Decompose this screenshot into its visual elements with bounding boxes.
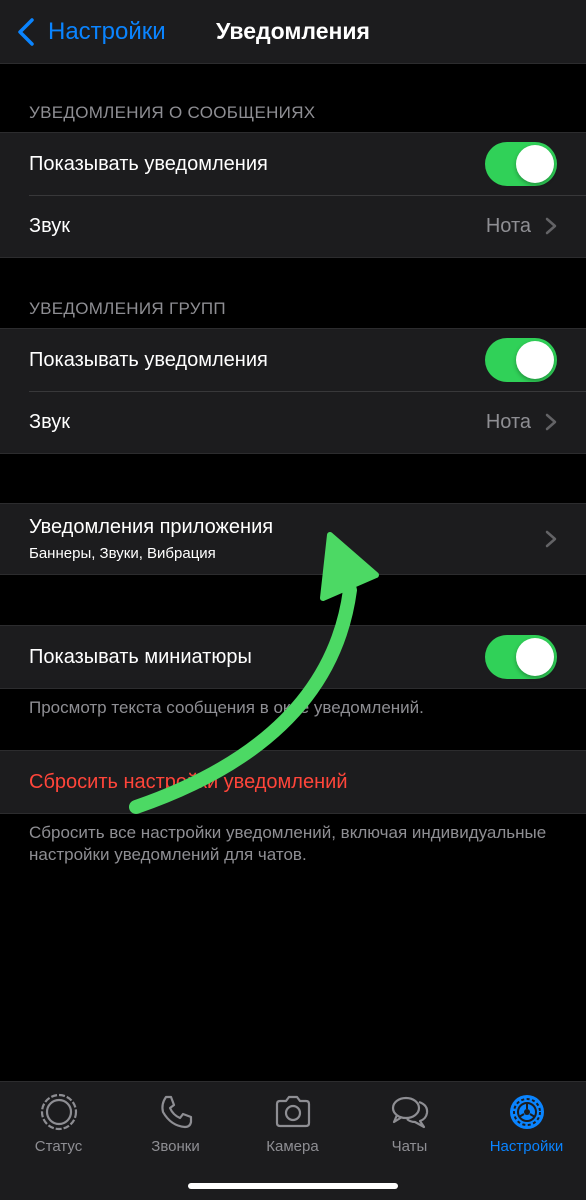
camera-icon: [275, 1095, 310, 1128]
group-show-notifications-toggle[interactable]: [485, 338, 557, 382]
app-notifications-subtitle: Баннеры, Звуки, Вибрация: [29, 545, 216, 562]
reset-notifications-row[interactable]: Сбросить настройки уведомлений: [0, 751, 586, 813]
tab-camera[interactable]: Камера: [234, 1092, 351, 1155]
app-notifications-label: Уведомления приложения: [29, 516, 274, 538]
navigation-bar: Настройки Уведомления: [0, 0, 586, 64]
reset-footer: Сбросить все настройки уведомлений, вклю…: [29, 823, 547, 864]
status-icon: [40, 1093, 77, 1131]
group-notifications-group: Показывать уведомления Звук Нота: [0, 328, 586, 454]
tab-label: Статус: [34, 1138, 83, 1155]
settings-gear-icon: [509, 1095, 544, 1129]
reset-notifications-button[interactable]: Сбросить настройки уведомлений: [29, 771, 348, 794]
previews-group: Показывать миниатюры: [0, 625, 586, 689]
tab-label: Звонки: [151, 1138, 200, 1155]
chevron-right-icon: [545, 217, 557, 235]
toggle-knob: [516, 638, 554, 676]
message-sound-row[interactable]: Звук Нота: [0, 195, 586, 257]
toggle-knob: [516, 341, 554, 379]
section-header-groups: УВЕДОМЛЕНИЯ ГРУПП: [29, 299, 226, 318]
toggle-knob: [516, 145, 554, 183]
row-label: Показывать уведомления: [29, 152, 268, 175]
chevron-right-icon: [545, 530, 557, 548]
show-previews-toggle[interactable]: [485, 635, 557, 679]
tab-chats[interactable]: Чаты: [351, 1092, 468, 1155]
row-label: Показывать миниатюры: [29, 645, 252, 668]
message-show-notifications-toggle[interactable]: [485, 142, 557, 186]
sound-value: Нота: [485, 410, 531, 433]
reset-group: Сбросить настройки уведомлений: [0, 750, 586, 814]
app-notifications-group: Уведомления приложения Баннеры, Звуки, В…: [0, 503, 586, 575]
tab-label: Камера: [266, 1138, 319, 1155]
tab-label: Чаты: [391, 1138, 428, 1155]
page-title: Уведомления: [216, 18, 370, 44]
tab-settings[interactable]: Настройки: [468, 1092, 585, 1155]
row-label: Показывать уведомления: [29, 348, 268, 371]
row-label: Звук: [29, 214, 71, 237]
chats-icon: [391, 1096, 428, 1129]
show-previews-row: Показывать миниатюры: [0, 626, 586, 688]
tab-status[interactable]: Статус: [0, 1092, 117, 1155]
group-sound-row[interactable]: Звук Нота: [0, 391, 586, 453]
sound-value: Нота: [485, 214, 531, 237]
home-indicator: [188, 1183, 398, 1189]
app-notifications-row[interactable]: Уведомления приложения Баннеры, Звуки, В…: [0, 504, 586, 574]
tab-calls[interactable]: Звонки: [117, 1092, 234, 1155]
previews-footer: Просмотр текста сообщения в окне уведомл…: [29, 698, 424, 717]
app-notifications-text: Уведомления приложения Баннеры, Звуки, В…: [29, 516, 545, 562]
phone-icon: [160, 1095, 192, 1129]
group-show-notifications-row: Показывать уведомления: [0, 329, 586, 391]
row-label: Звук: [29, 410, 71, 433]
message-notifications-group: Показывать уведомления Звук Нота: [0, 132, 586, 258]
section-header-messages: УВЕДОМЛЕНИЯ О СООБЩЕНИЯХ: [29, 103, 316, 122]
message-show-notifications-row: Показывать уведомления: [0, 133, 586, 195]
tab-label: Настройки: [489, 1138, 564, 1155]
chevron-right-icon: [545, 413, 557, 431]
